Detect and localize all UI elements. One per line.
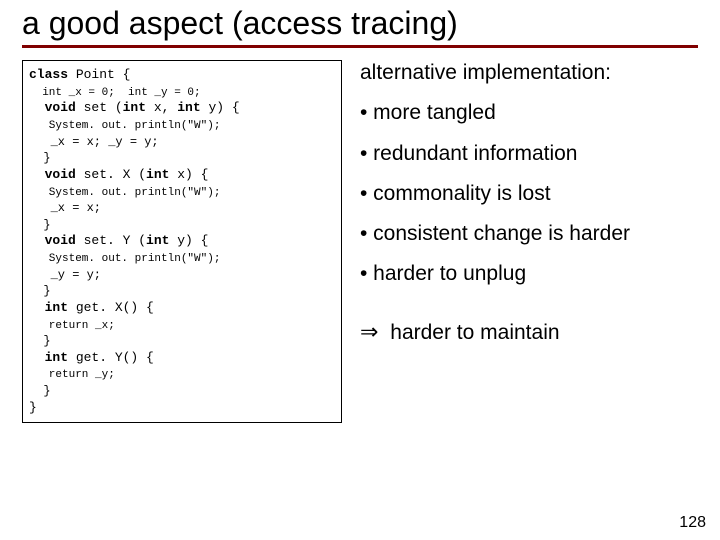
code-text: } [29,400,37,415]
code-text: set. X ( [76,167,146,182]
code-text: } [29,284,51,298]
code-text: return _y; [29,369,115,381]
code-text: _x = x; _y = y; [29,135,159,149]
kw-int: int [123,100,146,115]
bullet-item: • more tangled [360,100,698,126]
kw-void: void [29,100,76,115]
code-text: Point { [68,67,130,82]
code-text: return _x; [29,320,115,332]
kw-int: int [146,233,169,248]
kw-int: int [29,300,68,315]
code-text: System. out. println("W"); [29,187,220,199]
code-text: get. Y() { [68,350,154,365]
title-rule [22,45,698,48]
code-text: int _x = 0; int _y = 0; [29,87,201,99]
slide-body: class Point { int _x = 0; int _y = 0; vo… [22,60,698,423]
right-column: alternative implementation: • more tangl… [360,60,698,346]
kw-class: class [29,67,68,82]
code-text: } [29,218,51,232]
code-text: x) { [169,167,208,182]
slide: a good aspect (access tracing) class Poi… [0,0,720,540]
code-text: } [29,384,51,398]
kw-int: int [177,100,200,115]
code-text: y) { [169,233,208,248]
code-box: class Point { int _x = 0; int _y = 0; vo… [22,60,342,423]
conclusion-text: harder to maintain [384,321,559,344]
kw-int: int [29,350,68,365]
bullet-item: • harder to unplug [360,261,698,287]
bullet-item: • redundant information [360,141,698,167]
code-text: y) { [201,100,240,115]
conclusion: ⇒ harder to maintain [360,318,698,346]
code-text: set. Y ( [76,233,146,248]
kw-void: void [29,167,76,182]
code-text: System. out. println("W"); [29,253,220,265]
kw-void: void [29,233,76,248]
page-number: 128 [679,514,706,532]
code-text: x, [146,100,177,115]
code-block: class Point { int _x = 0; int _y = 0; vo… [29,67,333,416]
code-text: } [29,151,51,165]
code-text: _x = x; [29,201,101,215]
slide-title: a good aspect (access tracing) [22,6,698,41]
code-text: System. out. println("W"); [29,120,220,132]
code-text: _y = y; [29,268,101,282]
bullet-item: • consistent change is harder [360,221,698,247]
code-text: } [29,334,51,348]
code-text: set ( [76,100,123,115]
lead-text: alternative implementation: [360,60,698,86]
arrow-icon: ⇒ [360,319,378,344]
kw-int: int [146,167,169,182]
bullet-item: • commonality is lost [360,181,698,207]
code-text: get. X() { [68,300,154,315]
